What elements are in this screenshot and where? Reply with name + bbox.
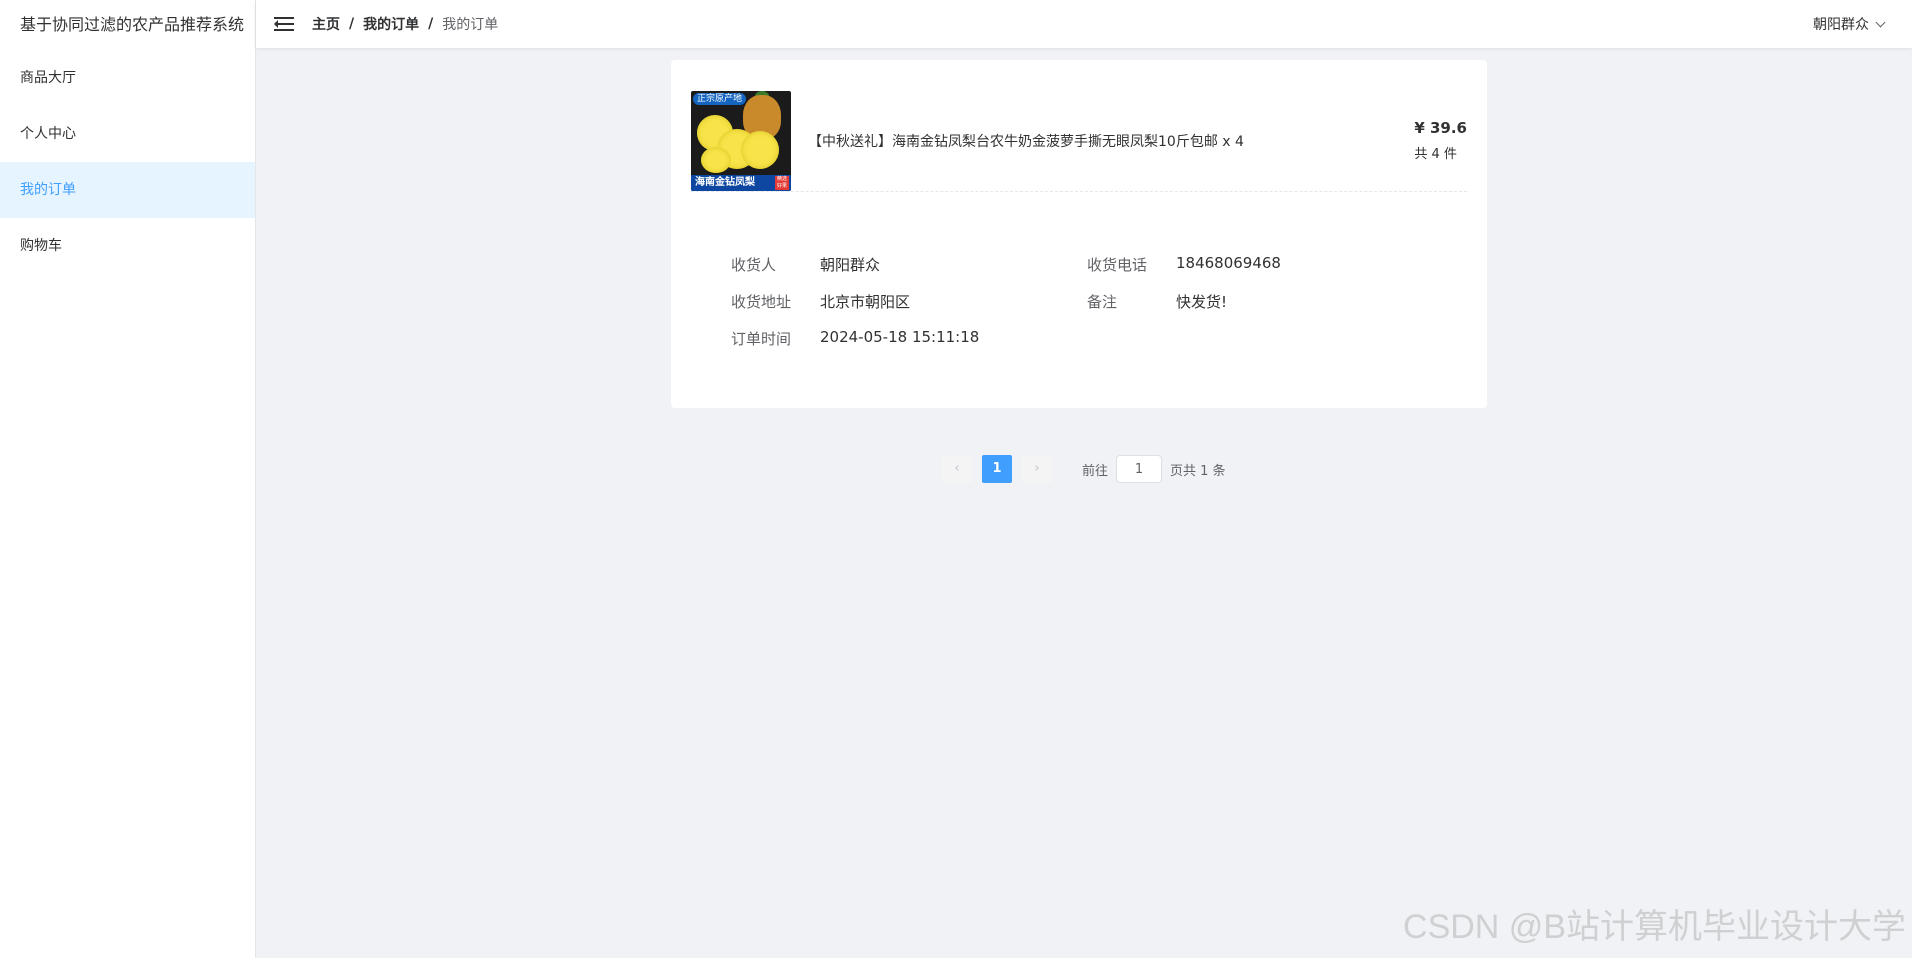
phone-value: 18468069468 [1176, 254, 1281, 272]
order-product-row: 正宗原产地 海南金钻凤梨 精选好果 【中秋送礼】海南金钻凤梨台农牛奶金菠萝手撕无… [691, 91, 1467, 192]
product-image[interactable]: 正宗原产地 海南金钻凤梨 精选好果 [691, 91, 791, 191]
sidebar-item-cart[interactable]: 购物车 [0, 218, 255, 274]
sidebar-item-my-orders[interactable]: 我的订单 [0, 162, 255, 218]
image-badge: 精选好果 [775, 176, 789, 190]
time-label: 订单时间 [731, 330, 792, 348]
note-label: 备注 [1087, 293, 1118, 311]
address-value: 北京市朝阳区 [820, 293, 911, 311]
sidebar-item-product-hall[interactable]: 商品大厅 [0, 50, 255, 106]
total-text: 页共 1 条 [1170, 463, 1226, 479]
menu-collapse-icon[interactable] [274, 16, 294, 32]
receiver-cell: 收货人 朝阳群众 [731, 254, 1087, 275]
address-label: 收货地址 [731, 293, 792, 311]
goto-page-input[interactable] [1116, 455, 1163, 483]
price-box: ¥ 39.6 共 4 件 [1414, 119, 1467, 162]
address-cell: 收货地址 北京市朝阳区 [731, 291, 1087, 312]
breadcrumb-my-orders[interactable]: 我的订单 [363, 14, 419, 34]
note-value: 快发货! [1176, 293, 1228, 311]
page-jumper: 前往 页共 1 条 [1082, 455, 1226, 483]
image-tag-top: 正宗原产地 [693, 93, 747, 105]
note-cell: 备注 快发货! [1087, 291, 1443, 312]
next-page-button[interactable]: › [1022, 455, 1052, 483]
page-number-button[interactable]: 1 [982, 455, 1012, 483]
breadcrumb-current: 我的订单 [442, 17, 499, 33]
top-header: 主页 / 我的订单 / 我的订单 朝阳群众 [256, 0, 1912, 48]
breadcrumb-separator: / [428, 16, 434, 32]
receiver-value: 朝阳群众 [820, 256, 881, 274]
info-row: 收货人 朝阳群众 收货电话 18468069468 [731, 254, 1451, 291]
product-title[interactable]: 【中秋送礼】海南金钻凤梨台农牛奶金菠萝手撕无眼凤梨10斤包邮 x 4 [808, 131, 1244, 151]
chevron-down-icon [1875, 17, 1886, 27]
prev-page-button[interactable]: ‹ [942, 455, 972, 483]
time-value: 2024-05-18 15:11:18 [820, 328, 980, 346]
order-quantity: 共 4 件 [1414, 147, 1457, 162]
receiver-label: 收货人 [731, 256, 777, 274]
goto-label: 前往 [1082, 463, 1109, 479]
breadcrumb-home[interactable]: 主页 [312, 14, 340, 34]
sidebar: 基于协同过滤的农产品推荐系统 商品大厅 个人中心 我的订单 购物车 [0, 0, 256, 958]
watermark: CSDN @B站计算机毕业设计大学 [1403, 908, 1906, 946]
app-brand: 基于协同过滤的农产品推荐系统 [20, 15, 245, 34]
sidebar-item-personal-center[interactable]: 个人中心 [0, 106, 255, 162]
breadcrumb-separator: / [349, 16, 355, 32]
app: 基于协同过滤的农产品推荐系统 商品大厅 个人中心 我的订单 购物车 主页 / 我… [0, 0, 1912, 958]
order-info: 收货人 朝阳群众 收货电话 18468069468 收货地址 北京市朝阳区 备注… [731, 254, 1451, 365]
username: 朝阳群众 [1813, 17, 1869, 33]
pineapple-slice-shape [701, 147, 731, 173]
pagination: ‹ 1 › 前往 页共 1 条 [942, 455, 1226, 483]
phone-cell: 收货电话 18468069468 [1087, 254, 1443, 275]
breadcrumb: 主页 / 我的订单 / 我的订单 [312, 14, 498, 34]
info-row: 收货地址 北京市朝阳区 备注 快发货! [731, 291, 1451, 328]
info-row: 订单时间 2024-05-18 15:11:18 [731, 328, 1451, 365]
order-price: ¥ 39.6 [1414, 119, 1467, 137]
user-dropdown[interactable]: 朝阳群众 [1813, 0, 1886, 48]
pineapple-slice-shape [741, 131, 779, 169]
order-card: 正宗原产地 海南金钻凤梨 精选好果 【中秋送礼】海南金钻凤梨台农牛奶金菠萝手撕无… [671, 60, 1487, 408]
time-cell: 订单时间 2024-05-18 15:11:18 [731, 328, 1087, 349]
phone-label: 收货电话 [1087, 256, 1148, 274]
